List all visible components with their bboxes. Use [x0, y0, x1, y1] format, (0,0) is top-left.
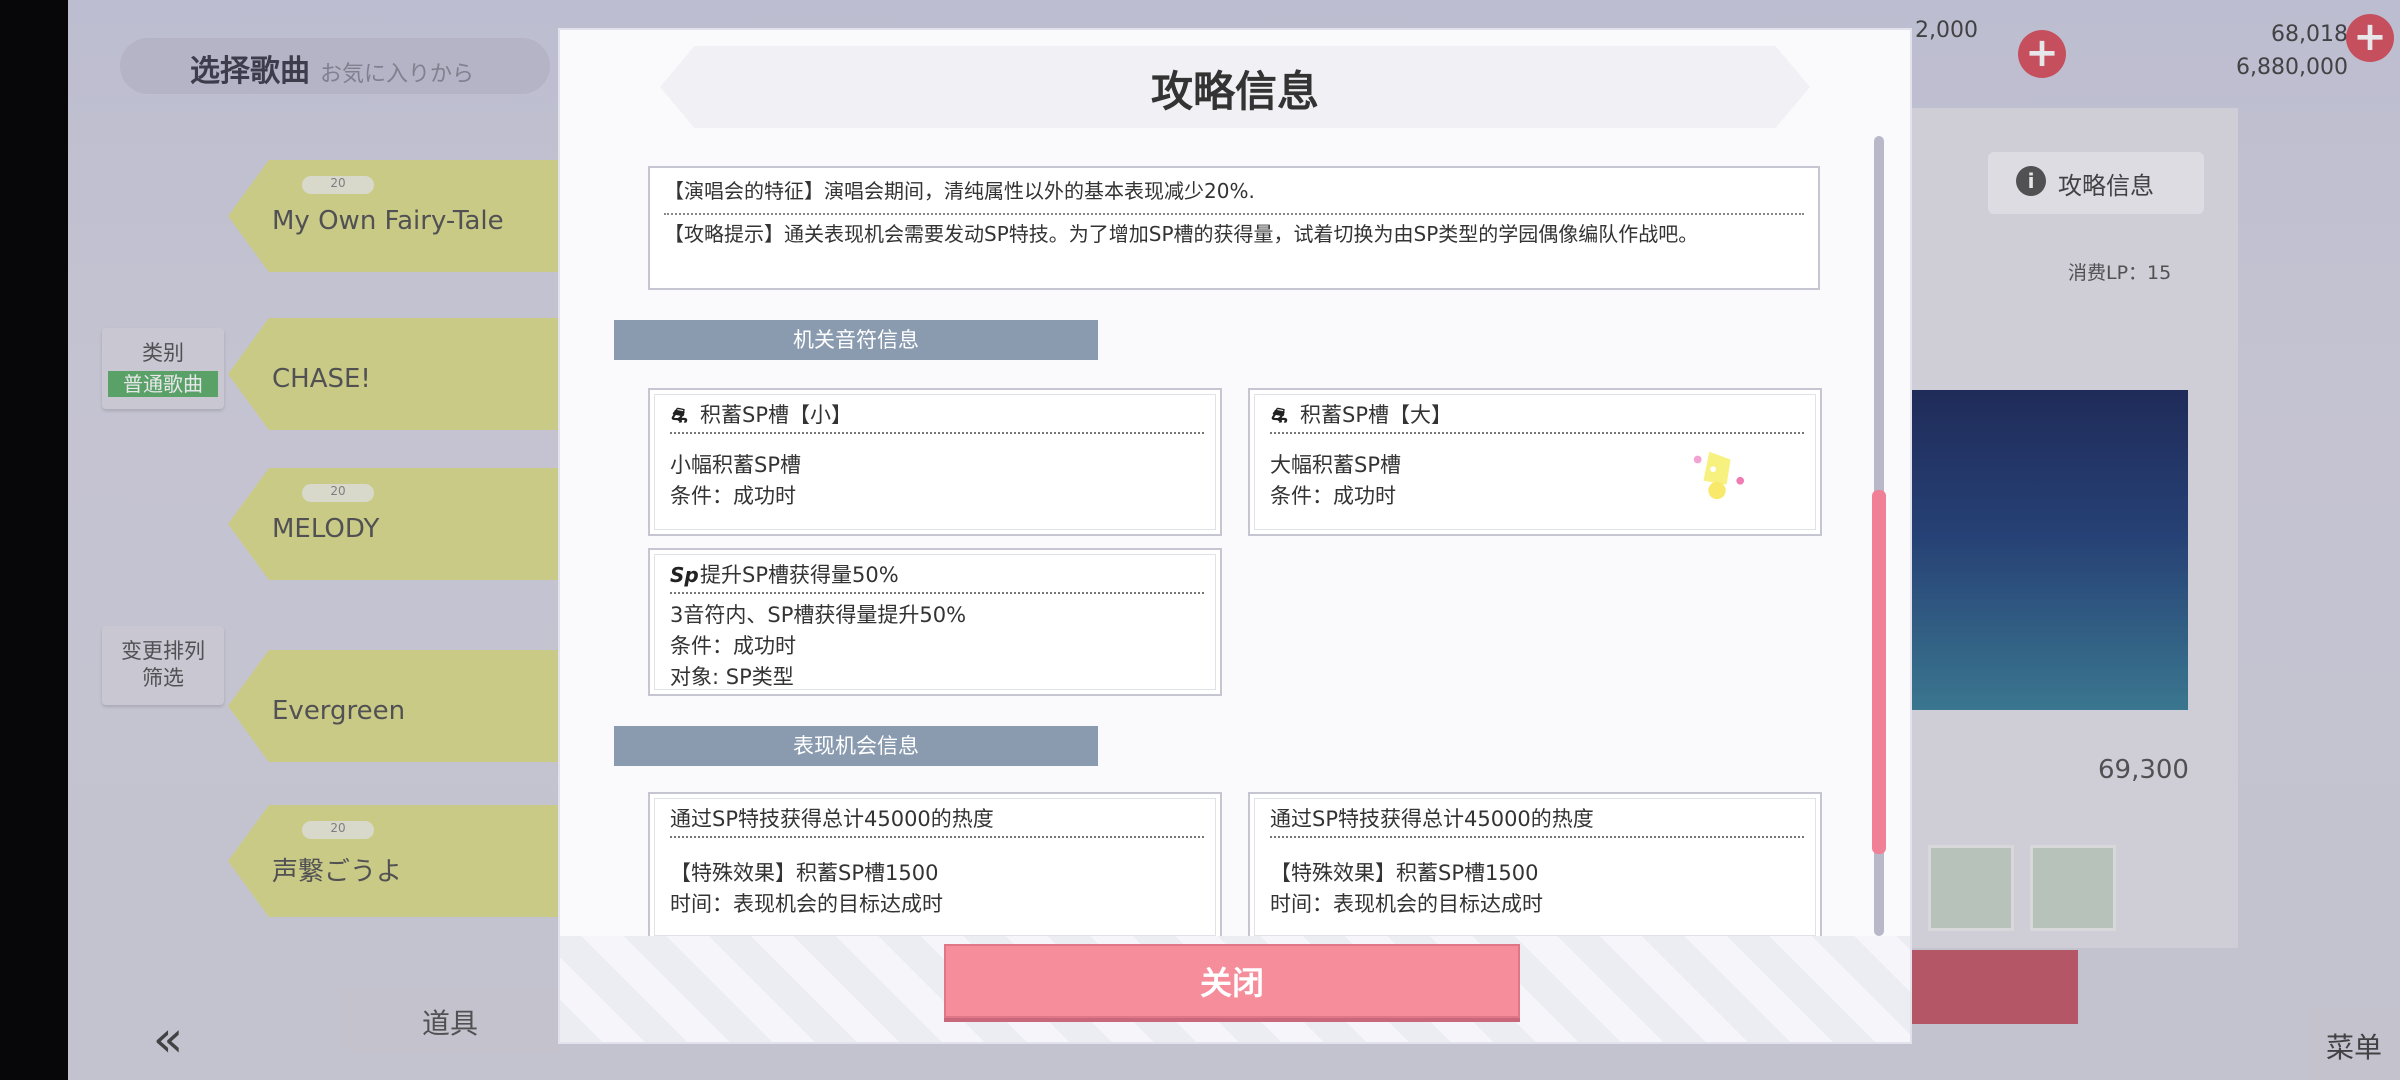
card-title: 通过SP特技获得总计45000的热度: [670, 804, 1204, 838]
card-line: 小幅积蓄SP槽: [670, 453, 801, 477]
card-line: 【特殊效果】积蓄SP槽1500: [670, 861, 939, 885]
dialog-title: 攻略信息: [1150, 67, 1319, 116]
sp-gauge-icon: ⛐: [670, 403, 688, 427]
gimmick-card: ⛐ 积蓄SP槽【大】 大幅积蓄SP槽 条件：成功时: [1248, 388, 1822, 536]
gimmick-card: Sp提升SP槽获得量50% 3音符内、SP槽获得量提升50% 条件：成功时 对象…: [648, 548, 1222, 696]
card-line: 对象: SP类型: [670, 665, 794, 689]
sparkle-icon: [1693, 451, 1745, 500]
card-title: 通过SP特技获得总计45000的热度: [1270, 804, 1804, 838]
dialog-content[interactable]: 【演唱会的特征】演唱会期间，清纯属性以外的基本表现减少20%. 【攻略提示】通关…: [560, 136, 1910, 936]
card-title: ⛐ 积蓄SP槽【大】: [1270, 400, 1804, 434]
card-body: 【特殊效果】积蓄SP槽1500 时间：表现机会的目标达成时: [1270, 858, 1804, 920]
chance-card: 通过SP特技获得总计45000的热度 【特殊效果】积蓄SP槽1500 时间：表现…: [1248, 792, 1822, 936]
strategy-info-dialog: 攻略信息 【演唱会的特征】演唱会期间，清纯属性以外的基本表现减少20%. 【攻略…: [560, 30, 1910, 1042]
card-title-text: 提升SP槽获得量50%: [700, 563, 899, 587]
card-line: 条件：成功时: [670, 484, 796, 508]
concert-feature-box: 【演唱会的特征】演唱会期间，清纯属性以外的基本表现减少20%. 【攻略提示】通关…: [648, 166, 1820, 290]
card-line: 条件：成功时: [670, 634, 796, 658]
card-title: Sp提升SP槽获得量50%: [670, 560, 1204, 594]
chance-section-header: 表现机会信息: [614, 726, 1098, 766]
card-line: 【特殊效果】积蓄SP槽1500: [1270, 861, 1539, 885]
card-line: 时间：表现机会的目标达成时: [670, 892, 943, 916]
card-title-text: 积蓄SP槽【大】: [1300, 403, 1452, 427]
card-title-text: 积蓄SP槽【小】: [700, 403, 852, 427]
strategy-hint-text: 【攻略提示】通关表现机会需要发动SP特技。为了增加SP槽的获得量，试着切换为由S…: [664, 222, 1699, 246]
sp-gauge-icon: ⛐: [1270, 403, 1288, 427]
concert-feature-text: 【演唱会的特征】演唱会期间，清纯属性以外的基本表现减少20%.: [664, 178, 1804, 215]
scrollbar-thumb[interactable]: [1872, 490, 1886, 854]
card-body: 3音符内、SP槽获得量提升50% 条件：成功时 对象: SP类型: [670, 600, 1204, 693]
card-line: 时间：表现机会的目标达成时: [1270, 892, 1543, 916]
close-button[interactable]: 关闭: [944, 944, 1520, 1018]
gimmick-card: ⛐ 积蓄SP槽【小】 小幅积蓄SP槽 条件：成功时: [648, 388, 1222, 536]
card-body: 小幅积蓄SP槽 条件：成功时: [670, 450, 1204, 512]
card-body: 【特殊效果】积蓄SP槽1500 时间：表现机会的目标达成时: [670, 858, 1204, 920]
card-line: 3音符内、SP槽获得量提升50%: [670, 603, 967, 627]
chance-card: 通过SP特技获得总计45000的热度 【特殊效果】积蓄SP槽1500 时间：表现…: [648, 792, 1222, 936]
card-title: ⛐ 积蓄SP槽【小】: [670, 400, 1204, 434]
sp-icon: Sp: [670, 563, 699, 587]
gimmick-section-header: 机关音符信息: [614, 320, 1098, 360]
